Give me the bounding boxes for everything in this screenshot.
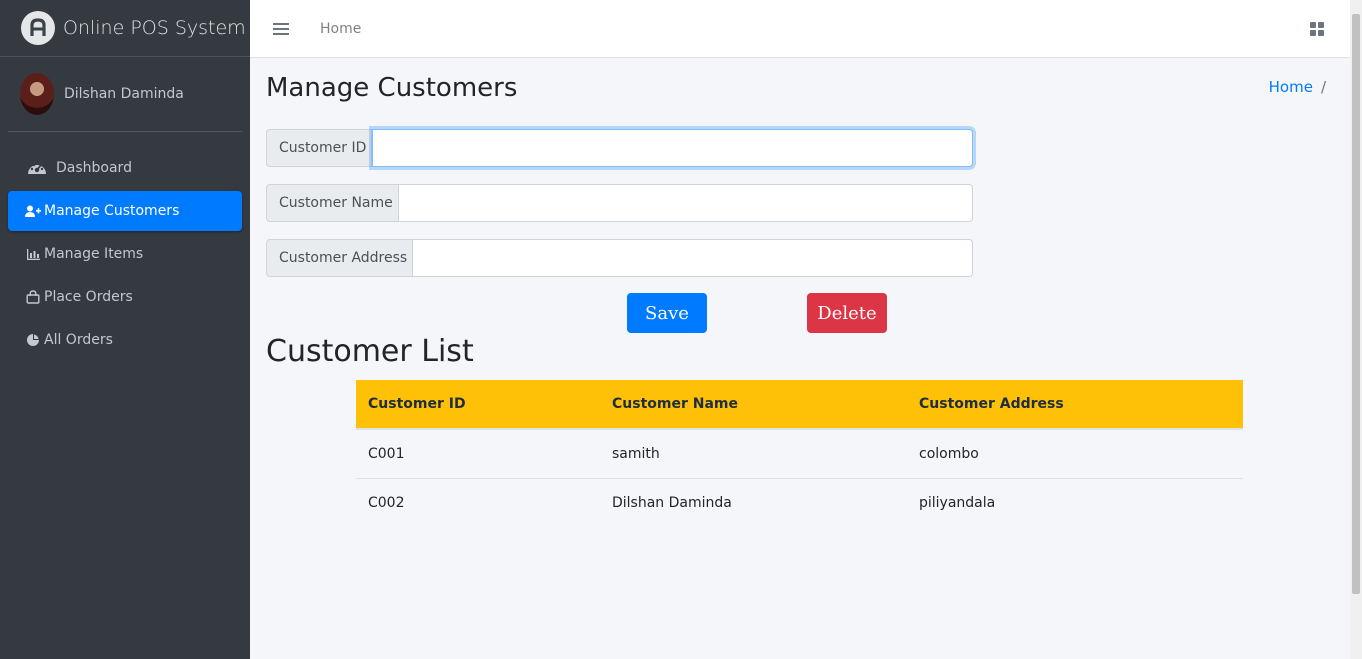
sidebar-item-label: Manage Customers <box>44 203 180 219</box>
page-title: Manage Customers <box>266 73 518 103</box>
main-content: Manage Customers Home / Customer ID Custo… <box>250 58 1350 659</box>
customer-address-group: Customer Address <box>266 239 973 277</box>
delete-button[interactable]: Delete <box>807 293 887 333</box>
shopping-bag-icon <box>24 290 42 304</box>
scrollbar-thumb[interactable] <box>1352 14 1360 594</box>
customer-id-group: Customer ID <box>266 129 973 167</box>
grid-icon[interactable] <box>1310 22 1324 36</box>
breadcrumb: Home / <box>1269 78 1326 96</box>
customer-name-group: Customer Name <box>266 184 973 222</box>
sidebar-item-manage-customers[interactable]: Manage Customers <box>8 191 242 231</box>
breadcrumb-separator: / <box>1320 78 1326 96</box>
user-panel[interactable]: Dilshan Daminda <box>8 57 242 132</box>
sidebar-nav: Dashboard Manage Customers Manage Items … <box>0 132 250 360</box>
dashboard-gauge-icon <box>26 161 48 175</box>
save-button[interactable]: Save <box>627 293 707 333</box>
customer-name-input[interactable] <box>399 184 973 222</box>
cell-customer-name: samith <box>600 429 907 479</box>
breadcrumb-home-link[interactable]: Home <box>1269 78 1313 96</box>
brand-title: Online POS System <box>63 17 246 39</box>
sidebar-item-label: All Orders <box>44 332 113 348</box>
table-row[interactable]: C001 samith colombo <box>356 429 1243 479</box>
brand-link[interactable]: Online POS System <box>0 0 250 57</box>
user-name: Dilshan Daminda <box>64 86 184 102</box>
customer-address-input[interactable] <box>413 239 973 277</box>
sidebar-item-label: Dashboard <box>56 160 132 176</box>
cell-customer-address: colombo <box>907 429 1243 479</box>
table-header-row: Customer ID Customer Name Customer Addre… <box>356 380 1243 430</box>
pie-chart-icon <box>24 333 42 347</box>
column-header: Customer Name <box>600 380 907 430</box>
sidebar-item-label: Place Orders <box>44 289 133 305</box>
sidebar-item-place-orders[interactable]: Place Orders <box>8 277 242 317</box>
user-plus-icon <box>24 204 42 218</box>
top-navbar: Home <box>250 0 1350 58</box>
hamburger-icon[interactable] <box>273 22 289 35</box>
top-home-link[interactable]: Home <box>320 21 361 37</box>
sidebar-item-dashboard[interactable]: Dashboard <box>8 148 242 188</box>
cell-customer-id: C002 <box>368 494 405 511</box>
cell-customer-address: piliyandala <box>919 494 996 511</box>
sidebar-item-manage-items[interactable]: Manage Items <box>8 234 242 274</box>
sidebar: Online POS System Dilshan Daminda Dashbo… <box>0 0 250 659</box>
cell-customer-name: Dilshan Daminda <box>612 494 732 511</box>
customer-name-label: Customer Name <box>266 184 399 222</box>
bar-chart-icon <box>24 247 42 261</box>
vertical-scrollbar[interactable] <box>1350 0 1362 659</box>
customer-address-label: Customer Address <box>266 239 413 277</box>
table-row[interactable]: C002 Dilshan Daminda piliyandala <box>356 478 1243 527</box>
customer-id-input[interactable] <box>372 129 973 167</box>
column-header: Customer Address <box>907 380 1243 430</box>
customer-list-title: Customer List <box>266 334 474 369</box>
column-header: Customer ID <box>356 380 600 430</box>
cell-customer-id: C001 <box>356 429 600 479</box>
sidebar-item-all-orders[interactable]: All Orders <box>8 320 242 360</box>
avatar <box>20 73 54 115</box>
customer-table: Customer ID Customer Name Customer Addre… <box>356 380 1243 527</box>
pos-logo-icon <box>21 11 55 45</box>
customer-id-label: Customer ID <box>266 129 372 167</box>
sidebar-item-label: Manage Items <box>44 246 144 262</box>
